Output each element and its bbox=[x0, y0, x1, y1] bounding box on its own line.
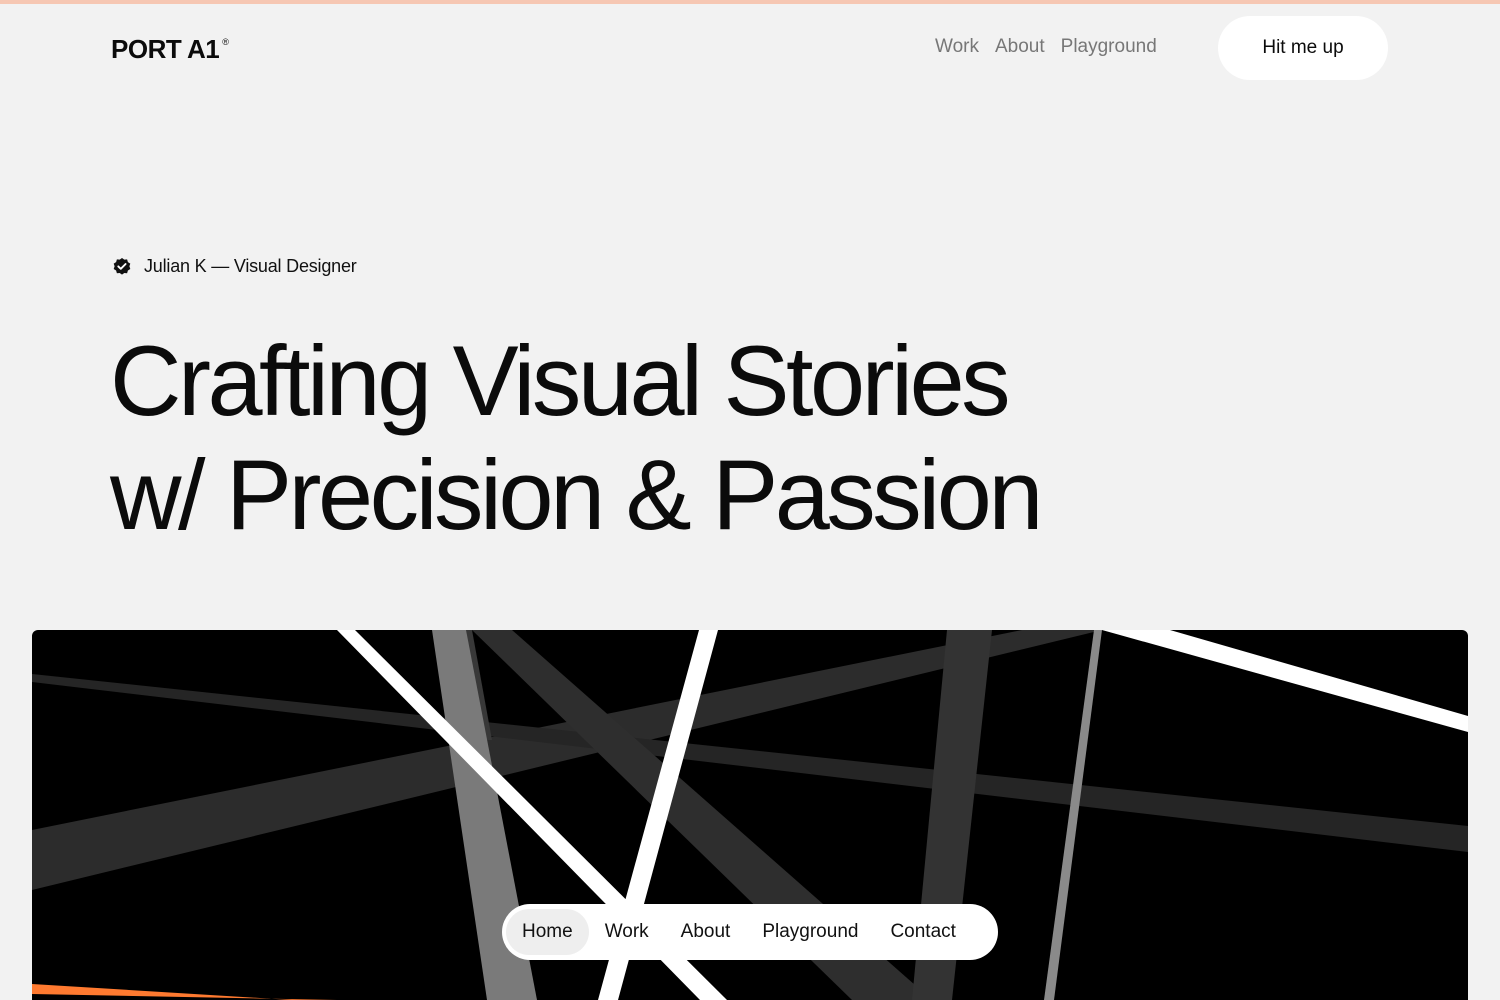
topnav-link-work[interactable]: Work bbox=[935, 36, 979, 58]
headline-line-2: w/ Precision & Passion bbox=[110, 439, 1043, 550]
hit-me-up-button[interactable]: Hit me up bbox=[1218, 16, 1388, 80]
topnav-link-playground[interactable]: Playground bbox=[1061, 36, 1157, 58]
brand-logo[interactable]: PORT A1 ® bbox=[111, 34, 229, 65]
pill-nav-playground[interactable]: Playground bbox=[746, 909, 874, 955]
pill-nav-home[interactable]: Home bbox=[506, 909, 589, 955]
pill-nav-contact[interactable]: Contact bbox=[874, 909, 971, 955]
brand-name: PORT A1 bbox=[111, 34, 220, 64]
hero-headline: Crafting Visual Stories w/ Precision & P… bbox=[110, 324, 1110, 552]
verified-badge-icon bbox=[113, 257, 131, 275]
pill-nav-about[interactable]: About bbox=[665, 909, 747, 955]
floating-pill-navigation: Home Work About Playground Contact bbox=[502, 904, 998, 960]
topnav-link-about[interactable]: About bbox=[995, 36, 1045, 58]
pill-nav-work[interactable]: Work bbox=[589, 909, 665, 955]
top-navigation: Work About Playground bbox=[935, 36, 1157, 58]
headline-line-1: Crafting Visual Stories bbox=[110, 325, 1011, 436]
registered-mark: ® bbox=[222, 37, 229, 47]
designer-tagline: Julian K — Visual Designer bbox=[112, 256, 357, 277]
site-header: PORT A1 ® Work About Playground Hit me u… bbox=[0, 0, 1500, 100]
tagline-text: Julian K — Visual Designer bbox=[144, 256, 357, 276]
